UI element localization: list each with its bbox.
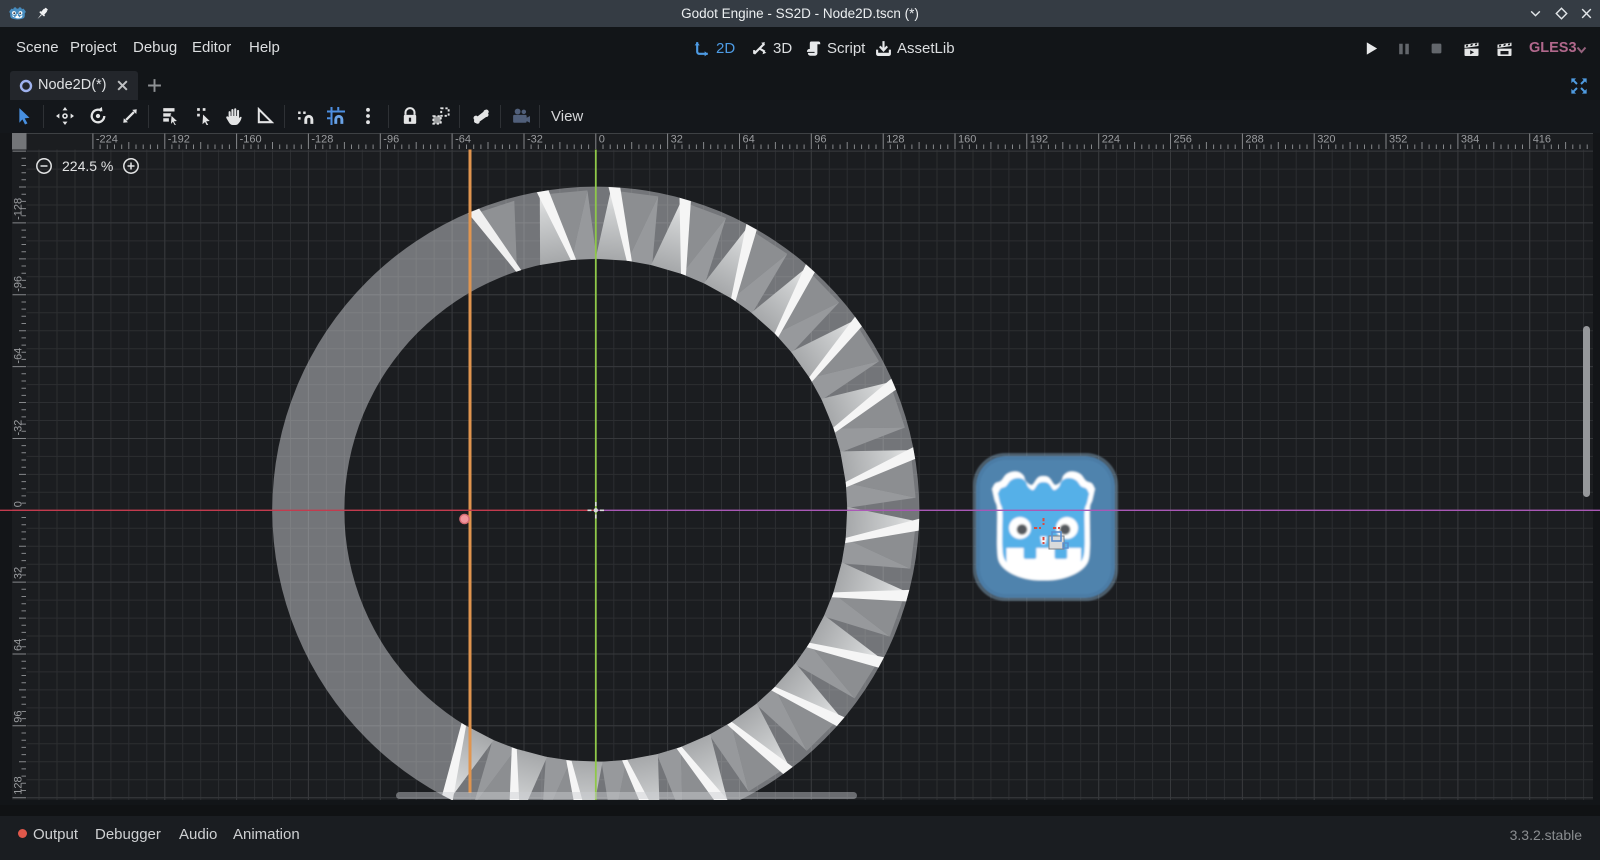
svg-text:352: 352 [1389, 134, 1407, 146]
svg-text:-224: -224 [96, 134, 118, 146]
svg-text:0: 0 [13, 501, 25, 507]
svg-text:-32: -32 [13, 420, 25, 436]
svg-text:224.5 %: 224.5 % [62, 158, 113, 174]
svg-text:64: 64 [743, 134, 755, 146]
svg-text:32: 32 [13, 567, 25, 579]
svg-text:-64: -64 [455, 134, 471, 146]
svg-text:128: 128 [886, 134, 904, 146]
svg-text:-96: -96 [13, 276, 25, 292]
svg-text:-192: -192 [168, 134, 190, 146]
svg-text:32: 32 [671, 134, 683, 146]
svg-text:160: 160 [958, 134, 976, 146]
svg-text:-160: -160 [240, 134, 262, 146]
svg-text:288: 288 [1245, 134, 1263, 146]
svg-text:416: 416 [1533, 134, 1551, 146]
svg-text:-32: -32 [527, 134, 543, 146]
svg-text:256: 256 [1174, 134, 1192, 146]
svg-text:192: 192 [1030, 134, 1048, 146]
svg-text:0: 0 [599, 134, 605, 146]
svg-text:224: 224 [1102, 134, 1120, 146]
svg-text:320: 320 [1317, 134, 1335, 146]
svg-text:-128: -128 [311, 134, 333, 146]
svg-text:-128: -128 [13, 198, 25, 220]
svg-text:96: 96 [13, 711, 25, 723]
svg-text:-96: -96 [383, 134, 399, 146]
svg-text:96: 96 [814, 134, 826, 146]
svg-text:128: 128 [13, 776, 25, 794]
svg-text:64: 64 [13, 639, 25, 651]
svg-text:384: 384 [1461, 134, 1479, 146]
svg-text:-64: -64 [13, 348, 25, 364]
